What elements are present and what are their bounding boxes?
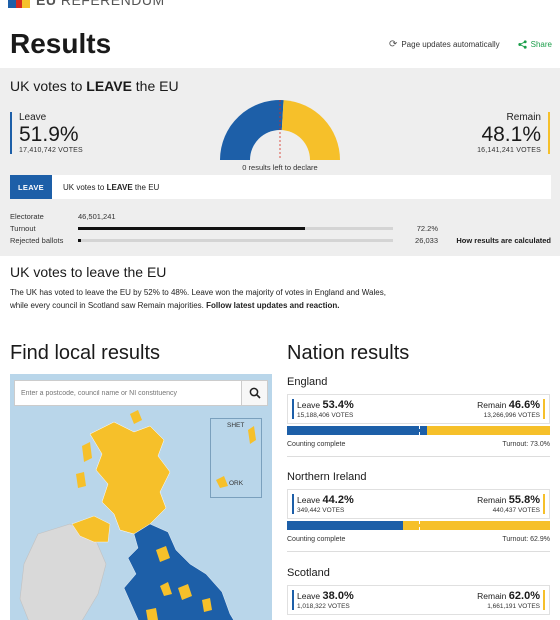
inset-label-shet: SHET: [227, 422, 245, 429]
rejected-bar: [78, 239, 393, 242]
results-map[interactable]: SHET ORK: [10, 374, 272, 620]
electorate-row: Electorate 46,501,241: [10, 211, 116, 221]
result-strip: LEAVE UK votes to LEAVE the EU: [10, 175, 551, 199]
result-summary: UK votes to leave the EU The UK has vote…: [10, 264, 390, 312]
leave-total: Leave 51.9% 17,410,742 VOTES: [10, 112, 83, 154]
nation-remain: Remain 55.8% 440,437 VOTES: [477, 494, 545, 514]
nation-remain-bar: [403, 521, 550, 530]
result-semicircle-chart: [220, 100, 340, 160]
share-button[interactable]: Share: [518, 40, 552, 49]
nation-card-northern-ireland[interactable]: Northern Ireland Leave 44.2% 349,442 VOT…: [287, 471, 550, 552]
summary-heading: UK votes to leave the EU: [10, 264, 167, 280]
result-text: UK votes to LEAVE the EU: [63, 182, 160, 192]
header-actions: ⟳ Page updates automatically Share: [389, 39, 552, 50]
turnout-stats: Electorate 46,501,241 Turnout 72.2% Reje…: [10, 210, 551, 246]
nation-leave: Leave 38.0% 1,018,322 VOTES: [292, 590, 354, 610]
islands-inset: SHET ORK: [210, 418, 262, 498]
uk-results-heading: UK votes to LEAVE the EU: [10, 78, 179, 94]
search-button[interactable]: [241, 381, 267, 405]
uk-results-panel: UK votes to LEAVE the EU Leave 51.9% 17,…: [0, 68, 560, 256]
nation-card-england[interactable]: England Leave 53.4% 15,188,406 VOTES Rem…: [287, 376, 550, 457]
leave-badge: LEAVE: [10, 175, 52, 199]
remain-total: Remain 48.1% 16,141,241 VOTES: [477, 112, 550, 154]
find-local-title: Find local results: [10, 342, 161, 364]
page-title: Results: [10, 28, 112, 59]
search-icon: [249, 387, 261, 399]
rejected-row: Rejected ballots 26,033 How results are …: [10, 235, 551, 245]
inset-label-ork: ORK: [229, 480, 244, 487]
nation-remain: Remain 62.0% 1,661,191 VOTES: [477, 590, 545, 610]
nation-remain: Remain 46.6% 13,266,996 VOTES: [477, 399, 545, 419]
nation-vote-box: Leave 38.0% 1,018,322 VOTES Remain 62.0%…: [287, 585, 550, 615]
how-results-calculated-link[interactable]: How results are calculated: [456, 236, 551, 245]
nation-leave: Leave 44.2% 349,442 VOTES: [292, 494, 354, 514]
nation-card-scotland[interactable]: Scotland Leave 38.0% 1,018,322 VOTES Rem…: [287, 567, 550, 615]
brand-header: EU REFERENDUM: [8, 0, 165, 8]
nation-remain-bar: [427, 426, 550, 435]
nation-leave: Leave 53.4% 15,188,406 VOTES: [292, 399, 354, 419]
nation-vote-box: Leave 53.4% 15,188,406 VOTES Remain 46.6…: [287, 394, 550, 424]
latest-updates-link[interactable]: Follow latest updates and reaction.: [206, 301, 339, 310]
share-icon: [518, 39, 527, 49]
page-header: Results ⟳ Page updates automatically Sha…: [10, 24, 552, 64]
postcode-search-input[interactable]: [15, 381, 241, 405]
nation-result-bar: [287, 426, 550, 435]
nation-leave-bar: [287, 521, 404, 530]
referendum-logo-icon: [8, 0, 30, 8]
nation-result-bar: [287, 521, 550, 530]
turnout-row: Turnout 72.2%: [10, 223, 438, 233]
nation-results-title: Nation results: [287, 342, 410, 364]
auto-update-toggle[interactable]: ⟳ Page updates automatically: [389, 39, 500, 50]
turnout-bar-fill: [78, 227, 306, 230]
nation-leave-bar: [287, 426, 428, 435]
summary-body: The UK has voted to leave the EU by 52% …: [10, 288, 386, 310]
refresh-icon: ⟳: [388, 38, 398, 50]
results-left-to-declare: 0 results left to declare: [242, 163, 318, 172]
turnout-bar: [78, 227, 393, 230]
brand-name: EU REFERENDUM: [36, 0, 165, 8]
postcode-search: [14, 380, 268, 406]
nation-vote-box: Leave 44.2% 349,442 VOTES Remain 55.8% 4…: [287, 489, 550, 519]
